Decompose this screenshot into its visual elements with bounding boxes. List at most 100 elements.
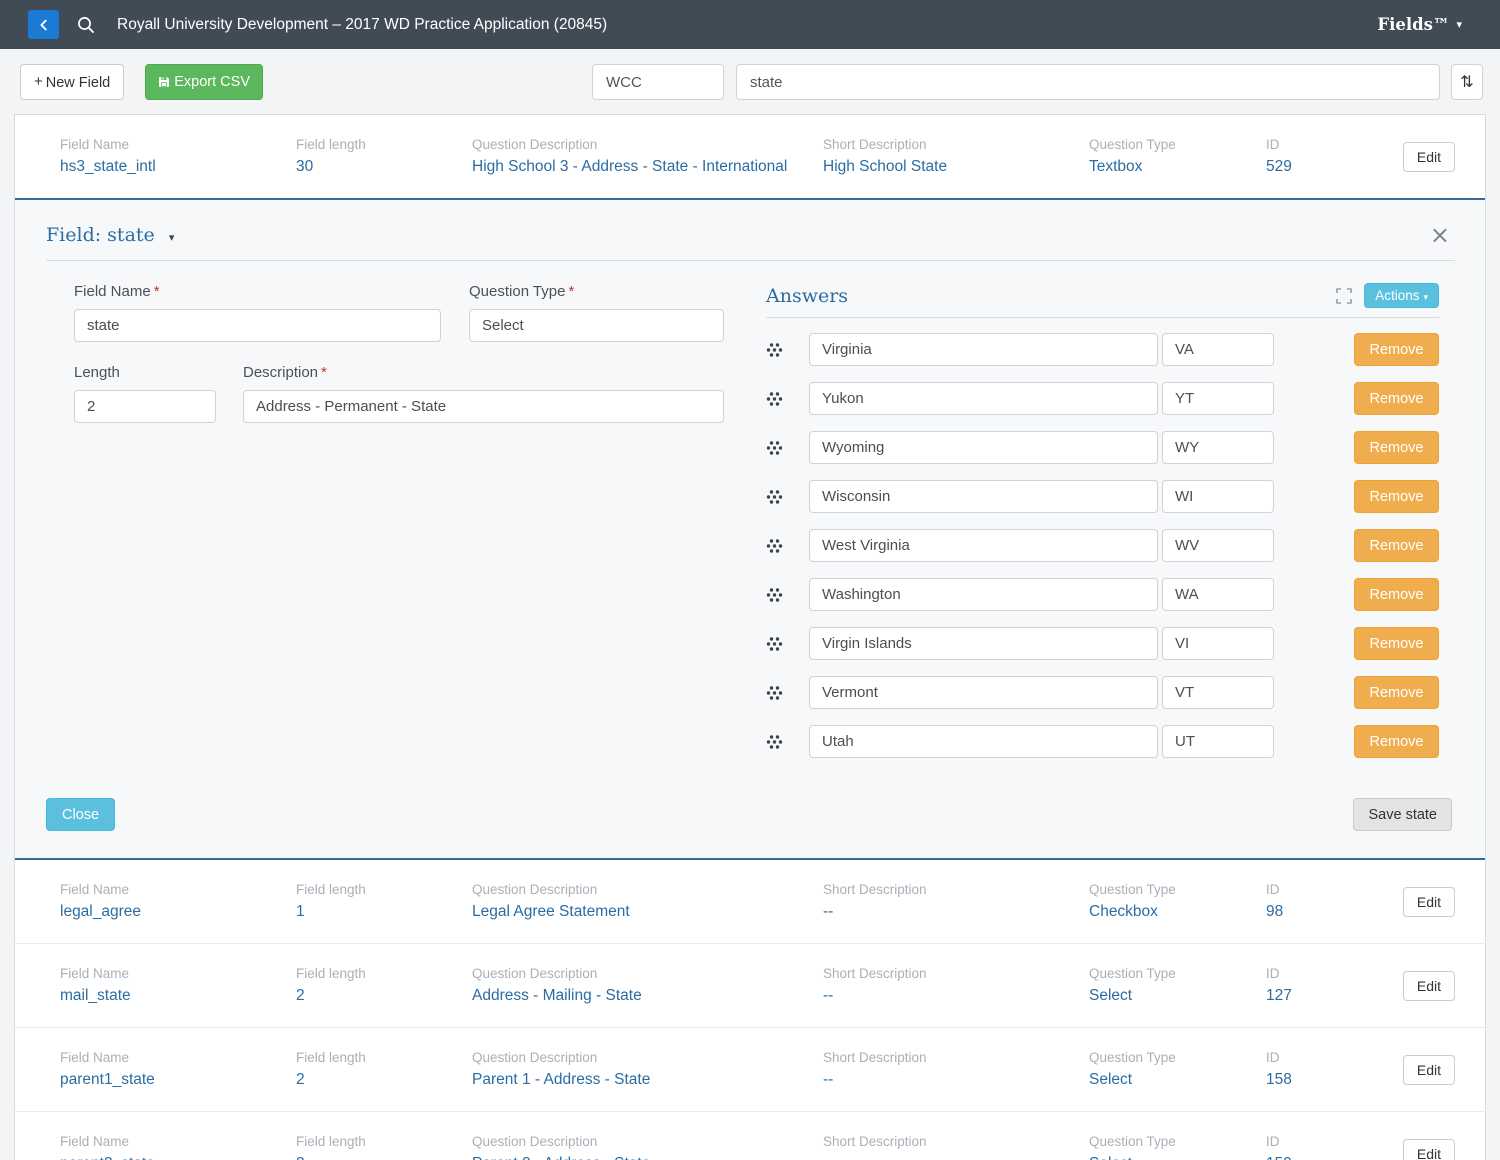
cell-short-description: Short Description -- (823, 1134, 1089, 1160)
panel-title-dropdown[interactable]: Field: state ▾ (46, 224, 174, 246)
answer-code-input[interactable] (1162, 529, 1274, 562)
answer-code-input[interactable] (1162, 627, 1274, 660)
cell-field-name: Field Name hs3_state_intl (60, 137, 296, 176)
answer-row: Remove (766, 578, 1439, 611)
drag-handle-icon[interactable] (766, 440, 784, 456)
panel-body: Field Name* Question Type* Length Descri… (15, 261, 1485, 774)
answers-section: Answers Actions▾ (766, 283, 1439, 774)
answer-code-input[interactable] (1162, 676, 1274, 709)
fullscreen-icon (1336, 288, 1352, 304)
answer-code-input[interactable] (1162, 480, 1274, 513)
length-input[interactable] (74, 390, 216, 423)
cell-question-type: Question Type Textbox (1089, 137, 1266, 176)
drag-handle-icon[interactable] (766, 734, 784, 750)
answer-name-input[interactable] (809, 480, 1158, 513)
edit-button[interactable]: Edit (1403, 1139, 1455, 1160)
new-field-button[interactable]: +New Field (20, 64, 124, 100)
remove-button[interactable]: Remove (1354, 382, 1439, 415)
remove-button[interactable]: Remove (1354, 578, 1439, 611)
edit-button[interactable]: Edit (1403, 142, 1455, 172)
cell-question-type: Question Type Select (1089, 966, 1266, 1005)
answer-name-input[interactable] (809, 578, 1158, 611)
edit-button[interactable]: Edit (1403, 1055, 1455, 1085)
answer-name-input[interactable] (809, 431, 1158, 464)
table-row[interactable]: Field Name hs3_state_intl Field length 3… (15, 115, 1485, 198)
panel-footer: Close Save state (15, 774, 1485, 858)
panel-title-label: Field: state (46, 224, 155, 246)
answer-row: Remove (766, 627, 1439, 660)
answer-row: Remove (766, 382, 1439, 415)
answer-code-input[interactable] (1162, 333, 1274, 366)
back-button[interactable] (28, 10, 59, 39)
fields-table: Field Name hs3_state_intl Field length 3… (14, 114, 1486, 1160)
search-input[interactable] (736, 64, 1440, 100)
toolbar-right: ⇅ (592, 64, 1483, 100)
answer-row: Remove (766, 480, 1439, 513)
sort-arrows-icon: ⇅ (1460, 72, 1473, 91)
drag-handle-icon[interactable] (766, 391, 784, 407)
answer-code-input[interactable] (1162, 725, 1274, 758)
close-button[interactable]: Close (46, 798, 115, 831)
cell-id: ID 98 (1266, 882, 1391, 921)
remove-button[interactable]: Remove (1354, 676, 1439, 709)
cell-field-length: Field length 2 (296, 966, 472, 1005)
remove-button[interactable]: Remove (1354, 627, 1439, 660)
drag-handle-icon[interactable] (766, 685, 784, 701)
edit-button[interactable]: Edit (1403, 887, 1455, 917)
cell-question-description: Question Description Parent 1 - Address … (472, 1050, 823, 1089)
cell-field-length: Field length 2 (296, 1134, 472, 1160)
cell-question-description: Question Description Address - Mailing -… (472, 966, 823, 1005)
drag-handle-icon[interactable] (766, 636, 784, 652)
answer-name-input[interactable] (809, 333, 1158, 366)
answer-name-input[interactable] (809, 627, 1158, 660)
topbar: Royall University Development – 2017 WD … (0, 0, 1500, 49)
table-row[interactable]: Field Name parent1_state Field length 2 … (15, 1027, 1485, 1111)
save-disk-icon (158, 76, 170, 88)
rows-above-panel: Field Name hs3_state_intl Field length 3… (15, 115, 1485, 198)
answer-row: Remove (766, 725, 1439, 758)
description-input[interactable] (243, 390, 724, 423)
panel-header: Field: state ▾ × (15, 200, 1485, 247)
answer-name-input[interactable] (809, 676, 1158, 709)
sort-button[interactable]: ⇅ (1451, 64, 1483, 100)
filter-input[interactable] (592, 64, 724, 100)
remove-button[interactable]: Remove (1354, 333, 1439, 366)
actions-button[interactable]: Actions▾ (1364, 283, 1439, 308)
save-state-button[interactable]: Save state (1353, 798, 1452, 831)
new-field-label: New Field (46, 75, 110, 91)
table-row[interactable]: Field Name parent2_state Field length 2 … (15, 1111, 1485, 1160)
answer-row: Remove (766, 333, 1439, 366)
close-icon[interactable]: × (1430, 223, 1450, 247)
cell-field-length: Field length 30 (296, 137, 472, 176)
brand-label: Fields™ (1377, 15, 1449, 34)
search-icon (77, 16, 95, 34)
answer-code-input[interactable] (1162, 382, 1274, 415)
remove-button[interactable]: Remove (1354, 480, 1439, 513)
cell-field-length: Field length 1 (296, 882, 472, 921)
drag-handle-icon[interactable] (766, 538, 784, 554)
answer-name-input[interactable] (809, 725, 1158, 758)
field-name-input[interactable] (74, 309, 441, 342)
brand-menu[interactable]: Fields™ ▾ (1377, 15, 1462, 34)
remove-button[interactable]: Remove (1354, 725, 1439, 758)
question-type-select[interactable] (469, 309, 724, 342)
answer-code-input[interactable] (1162, 431, 1274, 464)
answer-name-input[interactable] (809, 382, 1158, 415)
answer-code-input[interactable] (1162, 578, 1274, 611)
drag-handle-icon[interactable] (766, 587, 784, 603)
drag-handle-icon[interactable] (766, 489, 784, 505)
table-row[interactable]: Field Name legal_agree Field length 1 Qu… (15, 860, 1485, 943)
drag-handle-icon[interactable] (766, 342, 784, 358)
fullscreen-button[interactable] (1336, 288, 1352, 304)
required-marker: * (568, 283, 574, 300)
cell-question-description: Question Description High School 3 - Add… (472, 137, 823, 176)
remove-button[interactable]: Remove (1354, 431, 1439, 464)
edit-button[interactable]: Edit (1403, 971, 1455, 1001)
remove-button[interactable]: Remove (1354, 529, 1439, 562)
answer-row: Remove (766, 529, 1439, 562)
answer-name-input[interactable] (809, 529, 1158, 562)
search-button[interactable] (77, 16, 95, 34)
description-label: Description (243, 364, 318, 381)
export-csv-button[interactable]: Export CSV (145, 64, 263, 100)
table-row[interactable]: Field Name mail_state Field length 2 Que… (15, 943, 1485, 1027)
